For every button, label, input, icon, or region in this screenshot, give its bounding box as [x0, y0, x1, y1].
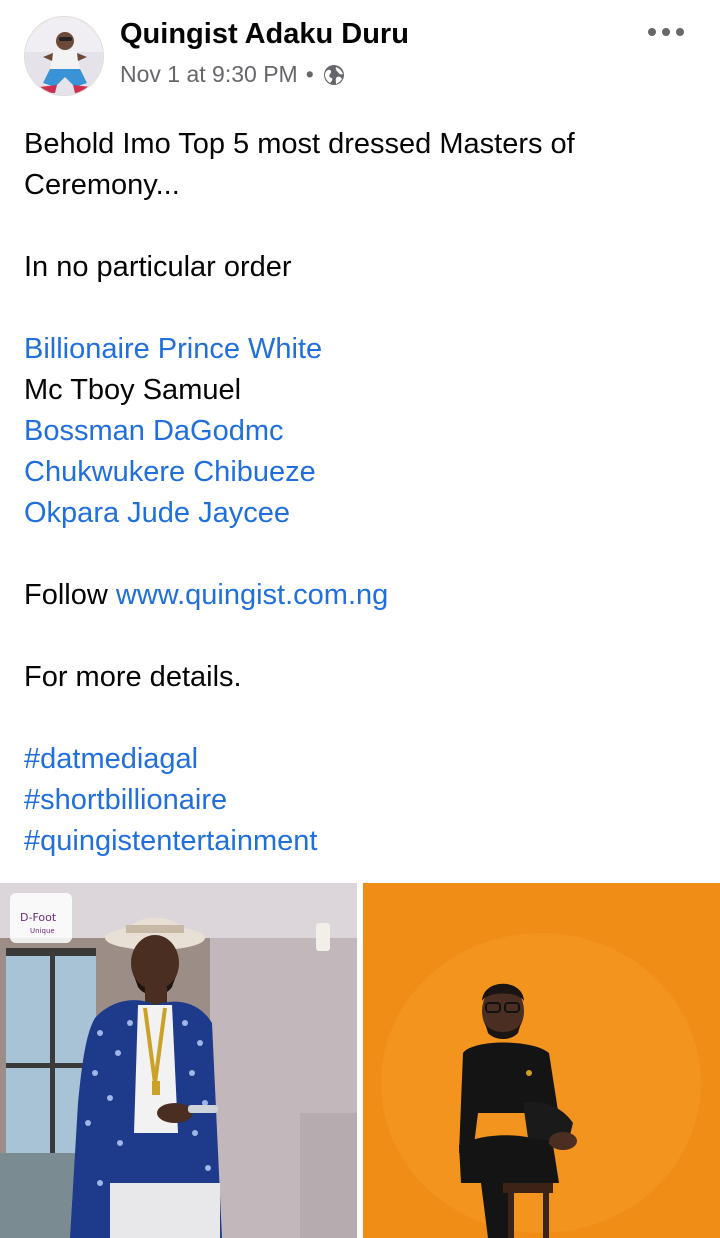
globe-icon [322, 63, 346, 87]
author-avatar[interactable] [24, 16, 104, 96]
mention-bossman-dagodmc[interactable]: Bossman DaGodmc [24, 411, 696, 452]
more-options-icon[interactable] [646, 18, 686, 46]
meta-separator: • [305, 61, 314, 87]
author-name[interactable]: Quingist Adaku Duru [120, 18, 409, 51]
mention-chukwukere-chibueze[interactable]: Chukwukere Chibueze [24, 452, 696, 493]
post-timestamp[interactable]: Nov 1 at 9:30 PM [120, 61, 298, 88]
hashtag-shortbillionaire[interactable]: #shortbillionaire [24, 780, 696, 821]
left-photo-logo: D-Foot [20, 911, 57, 924]
follow-line: Follow www.quingist.com.ng [24, 575, 696, 616]
photo-left[interactable]: D-Foot Unique [0, 883, 357, 1238]
hashtag-datmediagal[interactable]: #datmediagal [24, 739, 696, 780]
post-text: Behold Imo Top 5 most dressed Masters of… [24, 124, 696, 862]
name-mc-tboy-samuel: Mc Tboy Samuel [24, 374, 242, 406]
mention-okpara-jude-jaycee[interactable]: Okpara Jude Jaycee [24, 493, 696, 534]
details-line: For more details. [24, 661, 242, 693]
hashtag-quingistentertainment[interactable]: #quingistentertainment [24, 821, 696, 862]
intro-line-2: Ceremony... [24, 169, 180, 201]
order-note: In no particular order [24, 251, 292, 283]
post-meta: Nov 1 at 9:30 PM • [120, 61, 346, 88]
photo-right[interactable] [363, 883, 720, 1238]
website-link[interactable]: www.quingist.com.ng [116, 579, 388, 611]
intro-line-1: Behold Imo Top 5 most dressed Masters of [24, 128, 575, 160]
mention-billionaire-prince-white[interactable]: Billionaire Prince White [24, 329, 696, 370]
post-header: Quingist Adaku Duru Nov 1 at 9:30 PM • [0, 0, 720, 110]
left-photo-logo-sub: Unique [30, 927, 55, 935]
follow-label: Follow [24, 579, 108, 611]
